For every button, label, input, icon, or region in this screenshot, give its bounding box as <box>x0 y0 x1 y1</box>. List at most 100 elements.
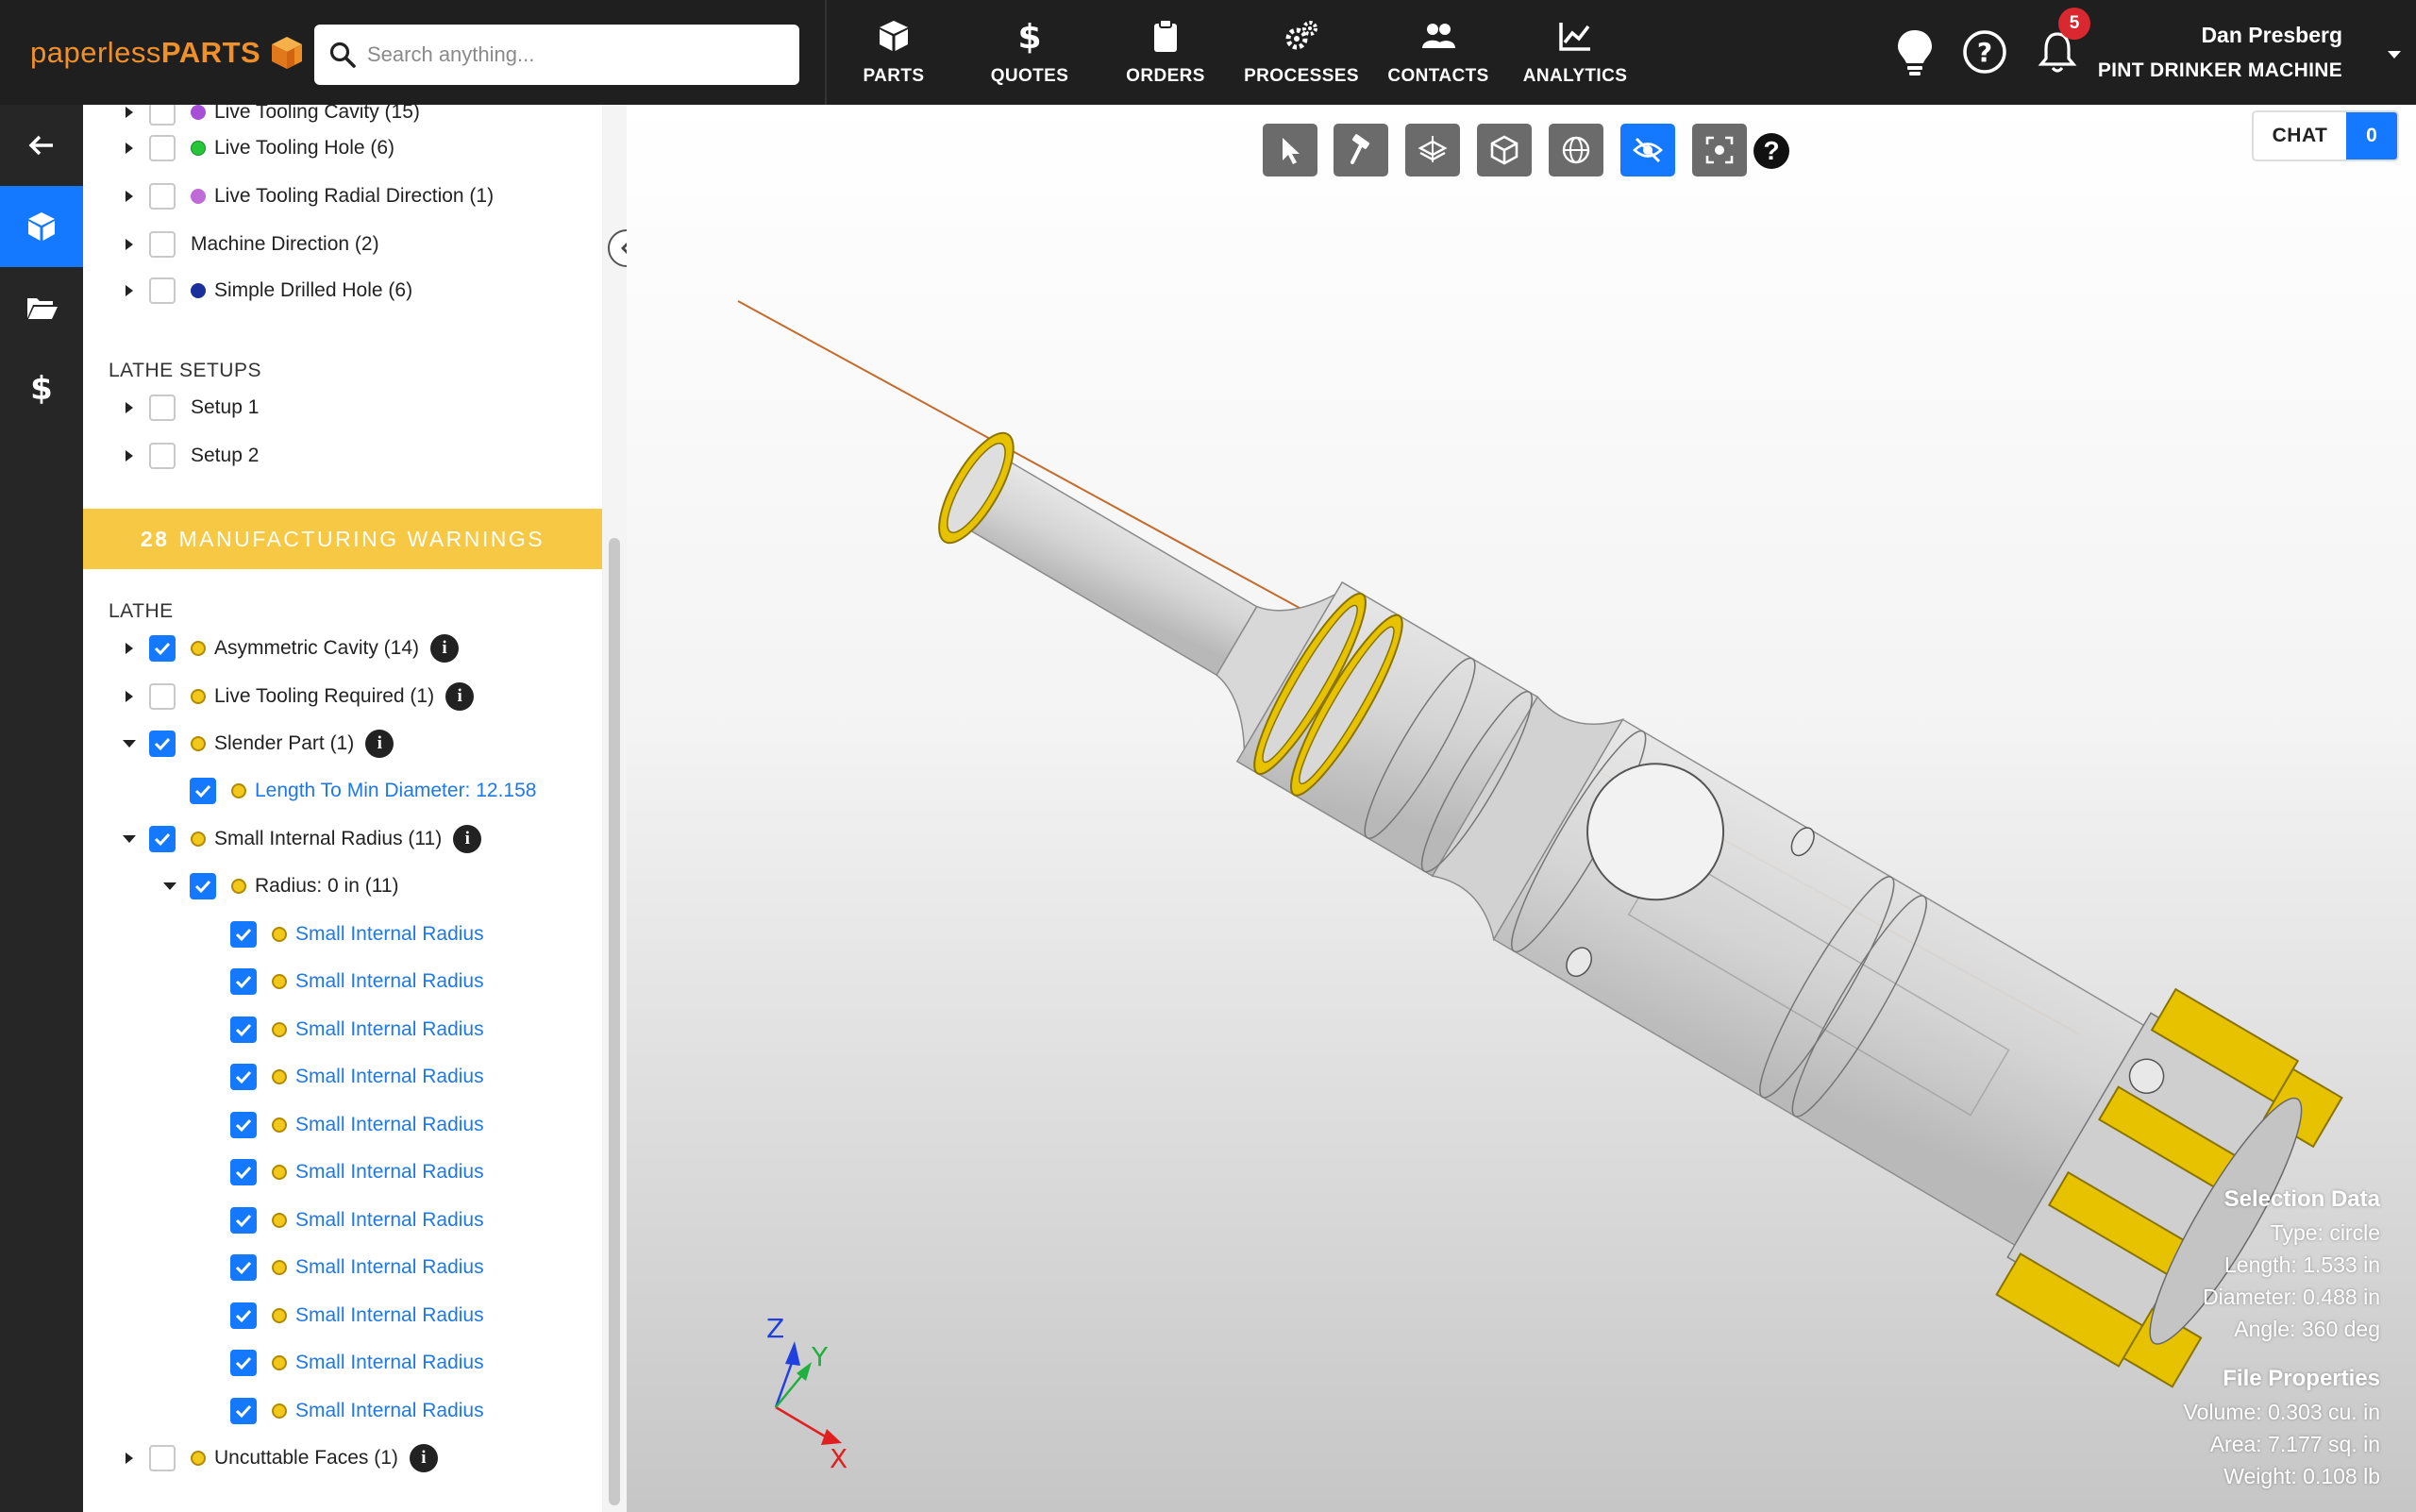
nav-quotes[interactable]: $ QUOTES <box>991 17 1068 92</box>
nav-analytics[interactable]: ANALYTICS <box>1523 17 1627 92</box>
checkbox[interactable] <box>149 395 176 421</box>
checkbox-checked[interactable] <box>149 826 176 852</box>
caret-right-icon[interactable] <box>121 640 138 657</box>
warning-row-radius-item[interactable]: Small Internal Radius <box>230 1392 484 1430</box>
nav-orders[interactable]: ORDERS <box>1126 17 1204 92</box>
caret-down-icon[interactable] <box>121 735 138 752</box>
global-search[interactable] <box>314 25 799 85</box>
warning-row-slender-part[interactable]: Slender Part (1) i <box>121 725 394 763</box>
feature-row-simple-drilled-hole[interactable]: Simple Drilled Hole (6) <box>121 272 412 310</box>
feature-row-live-tooling-hole[interactable]: Live Tooling Hole (6) <box>121 129 394 167</box>
caret-right-icon[interactable] <box>121 447 138 464</box>
checkbox-checked[interactable] <box>149 635 176 662</box>
chat-button[interactable]: CHAT 0 <box>2252 110 2399 161</box>
manufacturing-warnings-banner[interactable]: 28 MANUFACTURING WARNINGS <box>83 509 602 569</box>
warning-row-radius-item[interactable]: Small Internal Radius <box>230 963 484 1000</box>
checkbox-checked[interactable] <box>230 1016 257 1043</box>
checkbox[interactable] <box>149 105 176 126</box>
info-icon[interactable]: i <box>409 1444 438 1472</box>
warning-row-radius-group[interactable]: Radius: 0 in (11) <box>161 867 399 905</box>
feature-color-dot <box>191 105 206 120</box>
warning-row-radius-item[interactable]: Small Internal Radius <box>230 1106 484 1144</box>
warning-row-length-to-min-diameter[interactable]: Length To Min Diameter: 12.158 <box>190 772 536 810</box>
warning-row-radius-item[interactable]: Small Internal Radius <box>230 1297 484 1335</box>
checkbox-checked[interactable] <box>190 778 216 804</box>
panel-scrollbar[interactable] <box>609 538 620 1505</box>
solid-view-button[interactable] <box>1477 124 1532 176</box>
checkbox-checked[interactable] <box>230 968 257 995</box>
warning-row-radius-item[interactable]: Small Internal Radius <box>230 916 484 953</box>
caret-right-icon[interactable] <box>121 1450 138 1467</box>
notification-count-badge[interactable]: 5 <box>2058 8 2090 40</box>
part-3d-model[interactable]: X Z Y <box>627 105 2416 1512</box>
checkbox-checked[interactable] <box>149 731 176 757</box>
warning-row-radius-item[interactable]: Small Internal Radius <box>230 1249 484 1286</box>
checkbox-checked[interactable] <box>230 1064 257 1090</box>
hide-features-button[interactable] <box>1620 124 1675 176</box>
help-circle-icon[interactable]: ? <box>1961 26 2008 77</box>
info-icon[interactable]: i <box>365 730 394 758</box>
search-input[interactable] <box>367 42 782 67</box>
caret-right-icon[interactable] <box>121 282 138 299</box>
rail-parts-button[interactable] <box>0 186 83 267</box>
checkbox-checked[interactable] <box>230 1350 257 1376</box>
checkbox[interactable] <box>149 135 176 161</box>
nav-contacts[interactable]: CONTACTS <box>1387 17 1488 92</box>
paperless-parts-logo[interactable]: paperlessPARTS <box>30 32 306 74</box>
checkbox-checked[interactable] <box>230 1159 257 1185</box>
rail-pricing-button[interactable]: $ <box>0 346 83 428</box>
checkbox[interactable] <box>149 277 176 304</box>
checkbox-checked[interactable] <box>230 1112 257 1138</box>
checkbox-checked[interactable] <box>230 1398 257 1424</box>
caret-right-icon[interactable] <box>121 188 138 205</box>
warning-row-small-internal-radius[interactable]: Small Internal Radius (11) i <box>121 820 482 858</box>
caret-down-icon[interactable] <box>161 878 178 895</box>
caret-right-icon[interactable] <box>121 236 138 253</box>
warning-row-radius-item[interactable]: Small Internal Radius <box>230 1153 484 1191</box>
rail-files-button[interactable] <box>0 267 83 348</box>
feature-row-machine-direction[interactable]: Machine Direction (2) <box>121 226 379 263</box>
caret-right-icon[interactable] <box>121 688 138 705</box>
caret-right-icon[interactable] <box>121 140 138 157</box>
warning-row-uncuttable-faces[interactable]: Uncuttable Faces (1) i <box>121 1439 438 1477</box>
warning-row-radius-item[interactable]: Small Internal Radius <box>230 1201 484 1239</box>
checkbox-checked[interactable] <box>230 921 257 948</box>
chat-count-badge: 0 <box>2346 112 2397 160</box>
setup-row-1[interactable]: Setup 1 <box>121 389 259 427</box>
warning-row-radius-item[interactable]: Small Internal Radius <box>230 1058 484 1096</box>
warning-row-live-tooling-required[interactable]: Live Tooling Required (1) i <box>121 678 475 715</box>
user-menu[interactable]: Dan Presberg PINT DRINKER MACHINE <box>2098 23 2374 82</box>
info-icon[interactable]: i <box>453 825 482 853</box>
info-icon[interactable]: i <box>445 682 475 711</box>
checkbox[interactable] <box>149 443 176 469</box>
warning-row-radius-item[interactable]: Small Internal Radius <box>230 1011 484 1049</box>
warning-row-asymmetric-cavity[interactable]: Asymmetric Cavity (14) i <box>121 630 460 667</box>
feature-row-live-tooling-radial[interactable]: Live Tooling Radial Direction (1) <box>121 177 494 215</box>
feature-row-live-tooling-cavity[interactable]: Live Tooling Cavity (15) <box>121 105 420 131</box>
checkbox[interactable] <box>149 1445 176 1471</box>
nav-parts[interactable]: PARTS <box>863 17 925 92</box>
checkbox-checked[interactable] <box>230 1254 257 1281</box>
setup-row-2[interactable]: Setup 2 <box>121 437 259 475</box>
checkbox-checked[interactable] <box>230 1302 257 1329</box>
checkbox[interactable] <box>149 231 176 258</box>
checkbox-checked[interactable] <box>190 873 216 899</box>
checkbox[interactable] <box>149 183 176 210</box>
fit-view-button[interactable] <box>1692 124 1747 176</box>
wireframe-view-button[interactable] <box>1549 124 1603 176</box>
nav-processes[interactable]: PROCESSES <box>1244 17 1359 92</box>
measure-tool-button[interactable] <box>1334 124 1388 176</box>
lightbulb-icon[interactable] <box>1891 26 1938 77</box>
viewer-help-button[interactable]: ? <box>1753 133 1789 169</box>
chevron-down-icon[interactable] <box>2386 49 2403 60</box>
layers-tool-button[interactable] <box>1405 124 1460 176</box>
checkbox[interactable] <box>149 683 176 710</box>
info-icon[interactable]: i <box>430 634 460 663</box>
caret-right-icon[interactable] <box>121 105 138 121</box>
checkbox-checked[interactable] <box>230 1207 257 1234</box>
select-tool-button[interactable] <box>1263 124 1317 176</box>
back-button[interactable] <box>0 105 83 186</box>
caret-down-icon[interactable] <box>121 831 138 848</box>
warning-row-radius-item[interactable]: Small Internal Radius <box>230 1344 484 1382</box>
caret-right-icon[interactable] <box>121 399 138 416</box>
